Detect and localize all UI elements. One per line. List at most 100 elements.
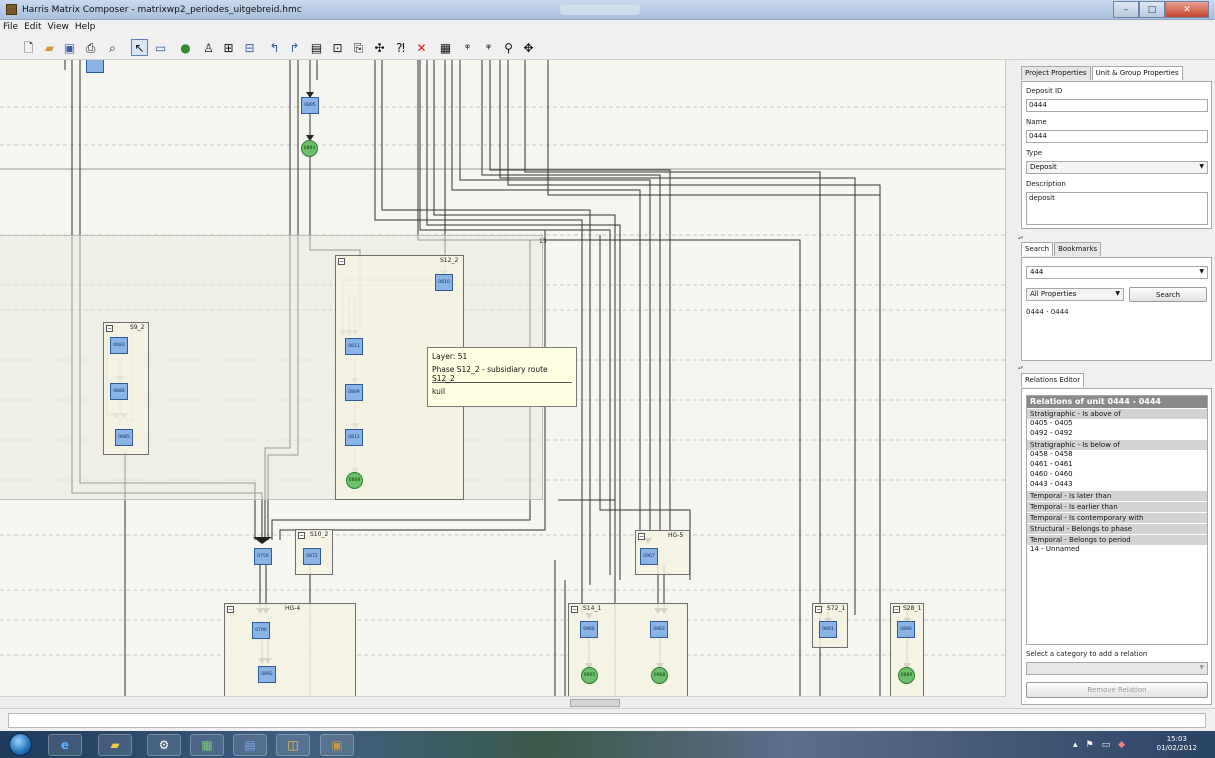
tab-unit-group-properties[interactable]: Unit & Group Properties — [1091, 66, 1183, 80]
circle-node[interactable]: 0968 — [651, 667, 668, 684]
search-result-item[interactable]: 0444 - 0444 — [1026, 308, 1069, 316]
circle-node[interactable]: 0808 — [346, 472, 363, 489]
collapse-toggle[interactable]: − — [227, 606, 234, 613]
unit-node[interactable]: 0811 — [345, 338, 363, 355]
tab-relations-editor[interactable]: Relations Editor — [1021, 373, 1085, 387]
unit-node[interactable]: 0895 — [301, 97, 319, 114]
unit-node[interactable]: 0963 — [650, 621, 668, 638]
unit-node[interactable]: 0683 — [110, 337, 128, 354]
unit-node[interactable]: 0872 — [303, 548, 321, 565]
relation-category[interactable]: Stratigraphic - Is above of — [1027, 409, 1207, 419]
type-select[interactable]: Deposit ▼ — [1026, 161, 1208, 174]
relation-item[interactable]: 0492 - 0492 — [1027, 429, 1207, 439]
word-icon[interactable]: ▤ — [233, 734, 267, 756]
volume-icon[interactable]: ◆ — [1118, 740, 1125, 750]
tab-search[interactable]: Search — [1021, 242, 1054, 256]
arrow-up-right-icon[interactable]: ↱ — [286, 39, 303, 56]
folder-icon[interactable]: ◫ — [276, 734, 310, 756]
relation-category[interactable]: Stratigraphic - Is below of — [1027, 440, 1207, 450]
unit-node[interactable]: 0756 — [254, 548, 272, 565]
maximize-button[interactable]: □ — [1139, 1, 1165, 18]
search-button[interactable]: Search — [1129, 287, 1207, 302]
export-icon[interactable]: ⎘ — [350, 39, 367, 56]
relation-item[interactable]: 0405 - 0405 — [1027, 419, 1207, 429]
relation-item[interactable]: 0461 - 0461 — [1027, 460, 1207, 470]
name-field[interactable]: 0444 — [1026, 130, 1208, 143]
unit-icon[interactable]: ▭ — [152, 39, 169, 56]
collapse-toggle[interactable]: − — [638, 533, 645, 540]
collapse-toggle[interactable]: − — [106, 325, 113, 332]
open-icon[interactable]: ▰ — [41, 39, 58, 56]
unit-node[interactable]: 0685 — [115, 429, 133, 446]
description-field[interactable]: deposit — [1026, 192, 1208, 225]
circle-node[interactable]: 0894 — [301, 140, 318, 157]
unit-node[interactable]: 0790 — [252, 622, 270, 639]
unit-node[interactable]: 0892 — [258, 666, 276, 683]
fit-icon[interactable]: ▦ — [437, 39, 454, 56]
unit-node[interactable]: 0684 — [110, 383, 128, 400]
table-icon[interactable]: ▤ — [308, 39, 325, 56]
save-icon[interactable]: ▣ — [61, 39, 78, 56]
pan-icon[interactable]: ✥ — [520, 39, 537, 56]
ie-icon[interactable]: e — [48, 734, 82, 756]
relation-category[interactable]: Temporal - Is later than — [1027, 491, 1207, 501]
group-hg-4[interactable]: − HG-4 — [224, 603, 356, 696]
clock[interactable]: 15:03 01/02/2012 — [1157, 735, 1197, 753]
matrix-canvas[interactable]: 13 − S12_2 − S9_2 − S10_2 − HG-5 − HG-4 … — [0, 60, 1006, 696]
grid-icon[interactable]: ⊡ — [329, 39, 346, 56]
start-button[interactable] — [9, 733, 32, 756]
unit-node[interactable]: 0809 — [345, 384, 363, 401]
splitter-handle[interactable]: ▴▾ — [1018, 235, 1215, 241]
pointer-icon[interactable]: ↖ — [131, 39, 148, 56]
excel-icon[interactable]: ▦ — [190, 734, 224, 756]
unit-node[interactable]: 0691 — [819, 621, 837, 638]
subgroup-icon[interactable]: ⊟ — [241, 39, 258, 56]
network-icon[interactable]: ▭ — [1102, 740, 1111, 750]
menu-file[interactable]: File — [0, 20, 21, 32]
arrow-up-icon[interactable]: ↰ — [266, 39, 283, 56]
circle-node[interactable]: 0889 — [898, 667, 915, 684]
tool-icon[interactable]: ⚙ — [147, 734, 181, 756]
menu-help[interactable]: Help — [72, 20, 99, 32]
relation-category[interactable]: Structural - Belongs to phase — [1027, 524, 1207, 534]
collapse-toggle[interactable]: − — [571, 606, 578, 613]
vertical-scrollbar[interactable] — [1006, 60, 1018, 708]
collapse-toggle[interactable]: − — [815, 606, 822, 613]
zoom-in-icon[interactable]: ᵠ — [459, 39, 476, 56]
settings-icon[interactable]: ✣ — [371, 39, 388, 56]
unit-node[interactable]: 0812 — [345, 429, 363, 446]
unit-node[interactable]: 0966 — [580, 621, 598, 638]
flag-icon[interactable]: ⚑ — [1086, 740, 1094, 750]
add-relation-select[interactable]: ▼ — [1026, 662, 1208, 675]
unit-node-partial[interactable] — [86, 60, 104, 73]
search-scope-select[interactable]: All Properties ▼ — [1026, 288, 1124, 301]
relation-item[interactable]: 0443 - 0443 — [1027, 480, 1207, 490]
print-preview-icon[interactable]: ⌕ — [104, 39, 121, 56]
group-icon[interactable]: ⊞ — [220, 39, 237, 56]
minimize-button[interactable]: – — [1113, 1, 1139, 18]
relations-list[interactable]: Relations of unit 0444 - 0444 Stratigrap… — [1026, 395, 1208, 645]
horizontal-scrollbar[interactable] — [0, 696, 1006, 708]
new-icon[interactable]: 🗋 — [20, 39, 37, 56]
close-button[interactable]: ✕ — [1165, 1, 1209, 18]
relation-category[interactable]: Temporal - Belongs to period — [1027, 535, 1207, 545]
tray-expand-icon[interactable]: ▴ — [1073, 740, 1078, 750]
tab-project-properties[interactable]: Project Properties — [1021, 66, 1091, 80]
print-icon[interactable]: ⎙ — [82, 39, 99, 56]
scroll-thumb[interactable] — [570, 699, 620, 707]
collapse-toggle[interactable]: − — [893, 606, 900, 613]
menu-view[interactable]: View — [45, 20, 72, 32]
unit-node[interactable]: 0890 — [897, 621, 915, 638]
harris-matrix-taskbar-icon[interactable]: ▣ — [320, 734, 354, 756]
circle-unit-icon[interactable]: ● — [177, 39, 194, 56]
delete-icon[interactable]: ✕ — [413, 39, 430, 56]
remove-relation-button[interactable]: Remove Relation — [1026, 682, 1208, 698]
collapse-toggle[interactable]: − — [338, 258, 345, 265]
circle-node[interactable]: 0965 — [581, 667, 598, 684]
relation-item[interactable]: 14 - Unnamed — [1027, 545, 1207, 555]
person-icon[interactable]: ♙ — [200, 39, 217, 56]
relation-category[interactable]: Temporal - Is earlier than — [1027, 502, 1207, 512]
help-icon[interactable]: ⁈ — [392, 39, 409, 56]
relation-category[interactable]: Temporal - Is contemporary with — [1027, 513, 1207, 523]
zoom-out-icon[interactable]: ᵠ — [480, 39, 497, 56]
